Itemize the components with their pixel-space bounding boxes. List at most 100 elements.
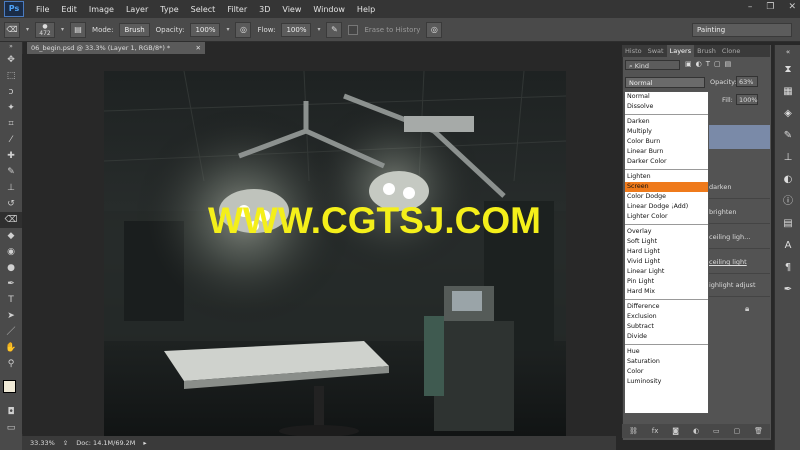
blend-mode-option[interactable]: Color Dodge bbox=[625, 192, 708, 202]
new-adjustment-icon[interactable]: ◐ bbox=[693, 427, 699, 435]
history-brush-tool-icon[interactable]: ↺ bbox=[0, 196, 22, 212]
tab-clone[interactable]: Clone bbox=[719, 45, 743, 57]
mode-select[interactable]: Brush bbox=[119, 22, 150, 37]
blend-mode-option[interactable]: Darker Color bbox=[625, 157, 708, 167]
menu-file[interactable]: File bbox=[30, 5, 55, 14]
eraser-tool-icon[interactable]: ⌫ bbox=[0, 212, 22, 228]
type-tool-icon[interactable]: T bbox=[0, 292, 22, 308]
dodge-tool-icon[interactable]: ● bbox=[0, 260, 22, 276]
menu-type[interactable]: Type bbox=[154, 5, 184, 14]
adjustment-filter-icon[interactable]: ◐ bbox=[696, 60, 702, 68]
blend-mode-option[interactable]: Color Burn bbox=[625, 137, 708, 147]
blend-mode-option[interactable]: Hard Mix bbox=[625, 287, 708, 297]
blend-mode-option[interactable]: Overlay bbox=[625, 227, 708, 237]
blend-mode-option[interactable]: Linear Dodge (Add) bbox=[625, 202, 708, 212]
layer-row[interactable]: ceiling light bbox=[706, 250, 770, 274]
line-tool-icon[interactable]: ／ bbox=[0, 324, 22, 340]
layer-opacity-input[interactable]: 63% bbox=[736, 76, 758, 87]
document-tab[interactable]: 06_begin.psd @ 33.3% (Layer 1, RGB/8*) *… bbox=[27, 42, 205, 54]
menu-edit[interactable]: Edit bbox=[55, 5, 83, 14]
menu-select[interactable]: Select bbox=[185, 5, 222, 14]
type-filter-icon[interactable]: T bbox=[706, 60, 710, 68]
blend-mode-select[interactable]: Normal bbox=[625, 77, 705, 88]
chevron-down-icon[interactable]: ▾ bbox=[61, 26, 64, 33]
move-tool-icon[interactable]: ✥ bbox=[0, 52, 22, 68]
menu-view[interactable]: View bbox=[276, 5, 307, 14]
erase-history-checkbox[interactable] bbox=[348, 24, 359, 35]
blend-mode-option[interactable]: Luminosity bbox=[625, 377, 708, 387]
quick-mask-icon[interactable]: ◘ bbox=[0, 404, 22, 420]
properties-panel-icon[interactable]: ▤ bbox=[775, 213, 800, 235]
delete-layer-icon[interactable]: 🗑︎ bbox=[754, 427, 763, 435]
blend-mode-option[interactable]: Multiply bbox=[625, 127, 708, 137]
document-canvas[interactable] bbox=[104, 71, 566, 436]
opacity-input[interactable]: 100% bbox=[190, 22, 221, 37]
blend-mode-option[interactable]: Normal bbox=[625, 92, 708, 102]
new-group-icon[interactable]: ▭ bbox=[713, 427, 720, 435]
blend-mode-option[interactable]: Color bbox=[625, 367, 708, 377]
minimize-button[interactable]: – bbox=[748, 2, 753, 12]
clone-stamp-tool-icon[interactable]: ⊥ bbox=[0, 180, 22, 196]
layer-row[interactable]: ighlight adjust bbox=[706, 273, 770, 297]
menu-3d[interactable]: 3D bbox=[253, 5, 276, 14]
layer-row[interactable]: ceiling ligh... bbox=[706, 225, 770, 249]
blend-mode-option[interactable]: Soft Light bbox=[625, 237, 708, 247]
layer-row[interactable]: darken bbox=[706, 175, 770, 199]
doc-info[interactable]: Doc: 14.1M/69.2M bbox=[76, 439, 135, 447]
brush-panel-icon[interactable]: ✎ bbox=[775, 125, 800, 147]
clone-source-panel-icon[interactable]: ⊥ bbox=[775, 147, 800, 169]
layer-row-selected[interactable] bbox=[706, 125, 770, 149]
zoom-tool-icon[interactable]: ⚲ bbox=[0, 356, 22, 372]
color-swatches[interactable] bbox=[0, 380, 22, 404]
chevron-down-icon[interactable]: ▾ bbox=[317, 26, 320, 33]
chevron-down-icon[interactable]: ▾ bbox=[26, 26, 29, 33]
crop-tool-icon[interactable]: ⌗ bbox=[0, 116, 22, 132]
blend-mode-option[interactable]: Pin Light bbox=[625, 277, 708, 287]
blend-mode-option[interactable]: Divide bbox=[625, 332, 708, 342]
collapse-icon[interactable]: « bbox=[775, 45, 800, 59]
layer-filter-select[interactable]: ⌕ Kind bbox=[625, 60, 680, 70]
close-button[interactable]: ✕ bbox=[788, 2, 796, 12]
marquee-tool-icon[interactable]: ⬚ bbox=[0, 68, 22, 84]
history-panel-icon[interactable]: ⧗ bbox=[775, 59, 800, 81]
close-tab-icon[interactable]: ✕ bbox=[196, 42, 201, 54]
swap-colors-icon[interactable] bbox=[0, 372, 22, 380]
pen-tool-icon[interactable]: ✒ bbox=[0, 276, 22, 292]
airbrush-icon[interactable]: ✎ bbox=[326, 21, 343, 38]
tab-layers[interactable]: Layers bbox=[666, 45, 695, 57]
blend-mode-option[interactable]: Linear Light bbox=[625, 267, 708, 277]
brush-size-picker[interactable]: ● 472 bbox=[35, 21, 56, 38]
adjustments-panel-icon[interactable]: ◐ bbox=[775, 169, 800, 191]
brush-panel-toggle-icon[interactable]: ▤ bbox=[70, 21, 87, 38]
restore-button[interactable]: ❐ bbox=[766, 2, 774, 12]
character-panel-icon[interactable]: A bbox=[775, 235, 800, 257]
blend-mode-option[interactable]: Saturation bbox=[625, 357, 708, 367]
eraser-tool-preset-icon[interactable]: ⌫ bbox=[4, 21, 20, 38]
shape-filter-icon[interactable]: ▢ bbox=[714, 60, 721, 68]
blend-mode-option[interactable]: Screen bbox=[625, 182, 708, 192]
foreground-color-swatch[interactable] bbox=[3, 380, 16, 393]
healing-brush-tool-icon[interactable]: ✚ bbox=[0, 148, 22, 164]
layer-fill-input[interactable]: 100% bbox=[736, 94, 758, 105]
paths-panel-icon[interactable]: ✒ bbox=[775, 279, 800, 301]
paint-bucket-tool-icon[interactable]: ◆ bbox=[0, 228, 22, 244]
layers-panel-icon[interactable]: ◈ bbox=[775, 103, 800, 125]
blend-mode-option[interactable]: Subtract bbox=[625, 322, 708, 332]
new-layer-icon[interactable]: ▢ bbox=[734, 427, 741, 435]
pressure-size-icon[interactable]: ◎ bbox=[426, 21, 443, 38]
link-layers-icon[interactable]: ⛓ bbox=[629, 427, 638, 435]
lasso-tool-icon[interactable]: ↄ bbox=[0, 84, 22, 100]
info-panel-icon[interactable]: ⓘ bbox=[775, 191, 800, 213]
screen-mode-icon[interactable]: ▭ bbox=[0, 420, 22, 436]
blend-mode-option[interactable]: Lighten bbox=[625, 172, 708, 182]
blend-mode-option[interactable]: Hard Light bbox=[625, 247, 708, 257]
menu-layer[interactable]: Layer bbox=[120, 5, 154, 14]
add-mask-icon[interactable]: ◙ bbox=[672, 427, 679, 435]
zoom-level[interactable]: 33.33% bbox=[30, 439, 55, 447]
tab-history[interactable]: Histo bbox=[622, 45, 645, 57]
blend-mode-option[interactable]: Darken bbox=[625, 117, 708, 127]
layer-row[interactable]: brighten bbox=[706, 200, 770, 224]
smart-object-filter-icon[interactable]: ▤ bbox=[725, 60, 732, 68]
share-icon[interactable]: ⇪ bbox=[63, 439, 68, 447]
blend-mode-option[interactable]: Hue bbox=[625, 347, 708, 357]
